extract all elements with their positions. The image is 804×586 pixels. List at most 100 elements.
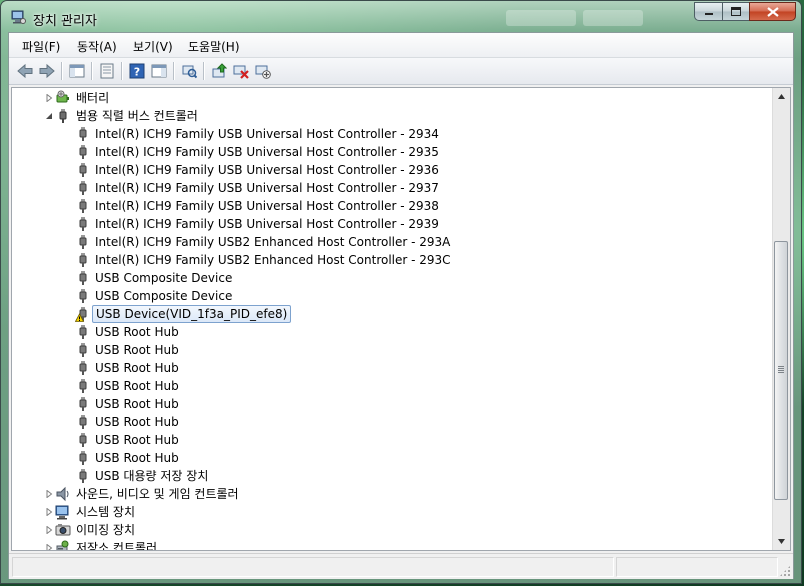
device-manager-window: 장치 관리자 파일(F) 동작(A) 보기(V) 도움말(H) ? 배터리 범용… xyxy=(0,0,802,584)
selected-tree-item-label: USB Device(VID_1f3a_PID_efe8) xyxy=(92,305,292,323)
usb-plug-icon xyxy=(79,289,87,303)
help-button[interactable]: ? xyxy=(127,61,147,81)
disable-button[interactable] xyxy=(253,61,273,81)
scroll-down-button[interactable] xyxy=(773,533,790,550)
scrollbar-thumb[interactable] xyxy=(774,241,788,500)
update-driver-button[interactable] xyxy=(209,61,229,81)
back-button[interactable] xyxy=(15,61,35,81)
speaker-icon xyxy=(56,486,69,502)
usb-plug-icon xyxy=(79,361,87,375)
resize-grip[interactable] xyxy=(779,565,791,577)
menu-file[interactable]: 파일(F) xyxy=(20,38,62,55)
action-pane-button[interactable] xyxy=(149,61,169,81)
battery-icon xyxy=(56,90,69,103)
usb-plug-icon xyxy=(79,145,87,159)
tree-item[interactable]: USB Composite Device xyxy=(12,287,772,305)
scroll-up-button[interactable] xyxy=(773,88,790,105)
usb-plug-icon xyxy=(79,379,87,393)
collapse-arrow-icon[interactable] xyxy=(45,112,53,120)
tree-item-label: USB Root Hub xyxy=(95,451,179,465)
tree-item[interactable]: USB Device(VID_1f3a_PID_efe8) xyxy=(12,305,772,323)
scroll-down-icon xyxy=(778,539,785,544)
usb-controller-icon xyxy=(59,109,67,123)
tree-item[interactable]: Intel(R) ICH9 Family USB Universal Host … xyxy=(12,215,772,233)
title-bar[interactable]: 장치 관리자 xyxy=(1,1,801,33)
tree-item[interactable]: Intel(R) ICH9 Family USB Universal Host … xyxy=(12,179,772,197)
background-window-ghost xyxy=(506,10,576,26)
tree-item[interactable]: Intel(R) ICH9 Family USB Universal Host … xyxy=(12,197,772,215)
status-cell xyxy=(616,557,778,577)
usb-plug-icon xyxy=(79,343,87,357)
tree-item[interactable]: USB Root Hub xyxy=(12,359,772,377)
background-window-ghost xyxy=(583,10,643,26)
properties-icon xyxy=(100,63,114,79)
usb-plug-icon xyxy=(79,451,87,465)
menu-help[interactable]: 도움말(H) xyxy=(186,38,242,55)
expand-arrow-icon[interactable] xyxy=(45,526,53,534)
tree-item[interactable]: USB Root Hub xyxy=(12,341,772,359)
tree-item[interactable]: Intel(R) ICH9 Family USB Universal Host … xyxy=(12,143,772,161)
usb-plug-icon xyxy=(79,469,87,483)
tree-item-label: 배터리 xyxy=(76,91,110,105)
device-tree[interactable]: 배터리범용 직렬 버스 컨트롤러 Intel(R) ICH9 Family USB… xyxy=(11,87,791,551)
minimize-button[interactable] xyxy=(694,2,722,21)
tree-item[interactable]: USB Root Hub xyxy=(12,413,772,431)
forward-button[interactable] xyxy=(37,61,57,81)
client-area: 파일(F) 동작(A) 보기(V) 도움말(H) ? 배터리 범용 직렬 버스 … xyxy=(8,32,794,579)
scan-hardware-button[interactable] xyxy=(179,61,199,81)
menu-action[interactable]: 동작(A) xyxy=(75,38,119,55)
action-pane-icon xyxy=(151,64,167,78)
vertical-scrollbar[interactable] xyxy=(772,88,790,550)
tree-item-label: 시스템 장치 xyxy=(76,505,136,519)
tree-item[interactable]: 이미징 장치 xyxy=(12,521,772,539)
maximize-button[interactable] xyxy=(722,2,749,21)
usb-plug-icon xyxy=(79,433,87,447)
toolbar-separator xyxy=(173,62,174,80)
tree-item-label: USB Root Hub xyxy=(95,379,179,393)
tree-item[interactable]: USB Root Hub xyxy=(12,323,772,341)
tree-item[interactable]: Intel(R) ICH9 Family USB Universal Host … xyxy=(12,161,772,179)
tree-item-label: Intel(R) ICH9 Family USB2 Enhanced Host … xyxy=(95,253,451,267)
tree-item-label: USB Composite Device xyxy=(95,289,233,303)
device-manager-icon xyxy=(11,10,26,24)
caption-buttons xyxy=(694,2,796,22)
usb-plug-icon xyxy=(79,127,87,141)
tree-item[interactable]: 배터리 xyxy=(12,89,772,107)
menu-bar: 파일(F) 동작(A) 보기(V) 도움말(H) xyxy=(9,33,793,58)
update-driver-icon xyxy=(212,63,227,78)
tree-item[interactable]: USB Composite Device xyxy=(12,269,772,287)
expand-arrow-icon[interactable] xyxy=(45,544,53,551)
tree-item[interactable]: Intel(R) ICH9 Family USB Universal Host … xyxy=(12,125,772,143)
tree-item[interactable]: USB 대용량 저장 장치 xyxy=(12,467,772,485)
close-button[interactable] xyxy=(749,2,796,21)
console-tree-icon xyxy=(69,64,85,78)
tree-item-label: 범용 직렬 버스 컨트롤러 xyxy=(76,109,198,123)
tree-item-label: USB Root Hub xyxy=(95,397,179,411)
toolbar: ? xyxy=(9,58,793,85)
tree-item[interactable]: Intel(R) ICH9 Family USB2 Enhanced Host … xyxy=(12,251,772,269)
usb-plug-icon xyxy=(79,235,87,249)
usb-plug-icon xyxy=(79,163,87,177)
expand-arrow-icon[interactable] xyxy=(45,94,53,102)
disable-icon xyxy=(255,65,271,79)
show-hide-console-tree-button[interactable] xyxy=(67,61,87,81)
system-device-icon xyxy=(55,505,69,520)
tree-item-label: Intel(R) ICH9 Family USB Universal Host … xyxy=(95,163,439,177)
uninstall-button[interactable] xyxy=(231,61,251,81)
svg-text:?: ? xyxy=(134,66,140,79)
tree-item[interactable]: Intel(R) ICH9 Family USB2 Enhanced Host … xyxy=(12,233,772,251)
expand-arrow-icon[interactable] xyxy=(45,508,53,516)
properties-button[interactable] xyxy=(97,61,117,81)
menu-view[interactable]: 보기(V) xyxy=(131,38,175,55)
imaging-device-icon xyxy=(55,524,71,536)
tree-item[interactable]: 사운드, 비디오 및 게임 컨트롤러 xyxy=(12,485,772,503)
expand-arrow-icon[interactable] xyxy=(45,490,53,498)
tree-item[interactable]: 저장소 컨트롤러 xyxy=(12,539,772,551)
tree-item[interactable]: USB Root Hub xyxy=(12,431,772,449)
tree-item[interactable]: 시스템 장치 xyxy=(12,503,772,521)
tree-item[interactable]: USB Root Hub xyxy=(12,449,772,467)
tree-item[interactable]: 범용 직렬 버스 컨트롤러 xyxy=(12,107,772,125)
tree-item[interactable]: USB Root Hub xyxy=(12,395,772,413)
usb-plug-icon xyxy=(79,397,87,411)
tree-item[interactable]: USB Root Hub xyxy=(12,377,772,395)
